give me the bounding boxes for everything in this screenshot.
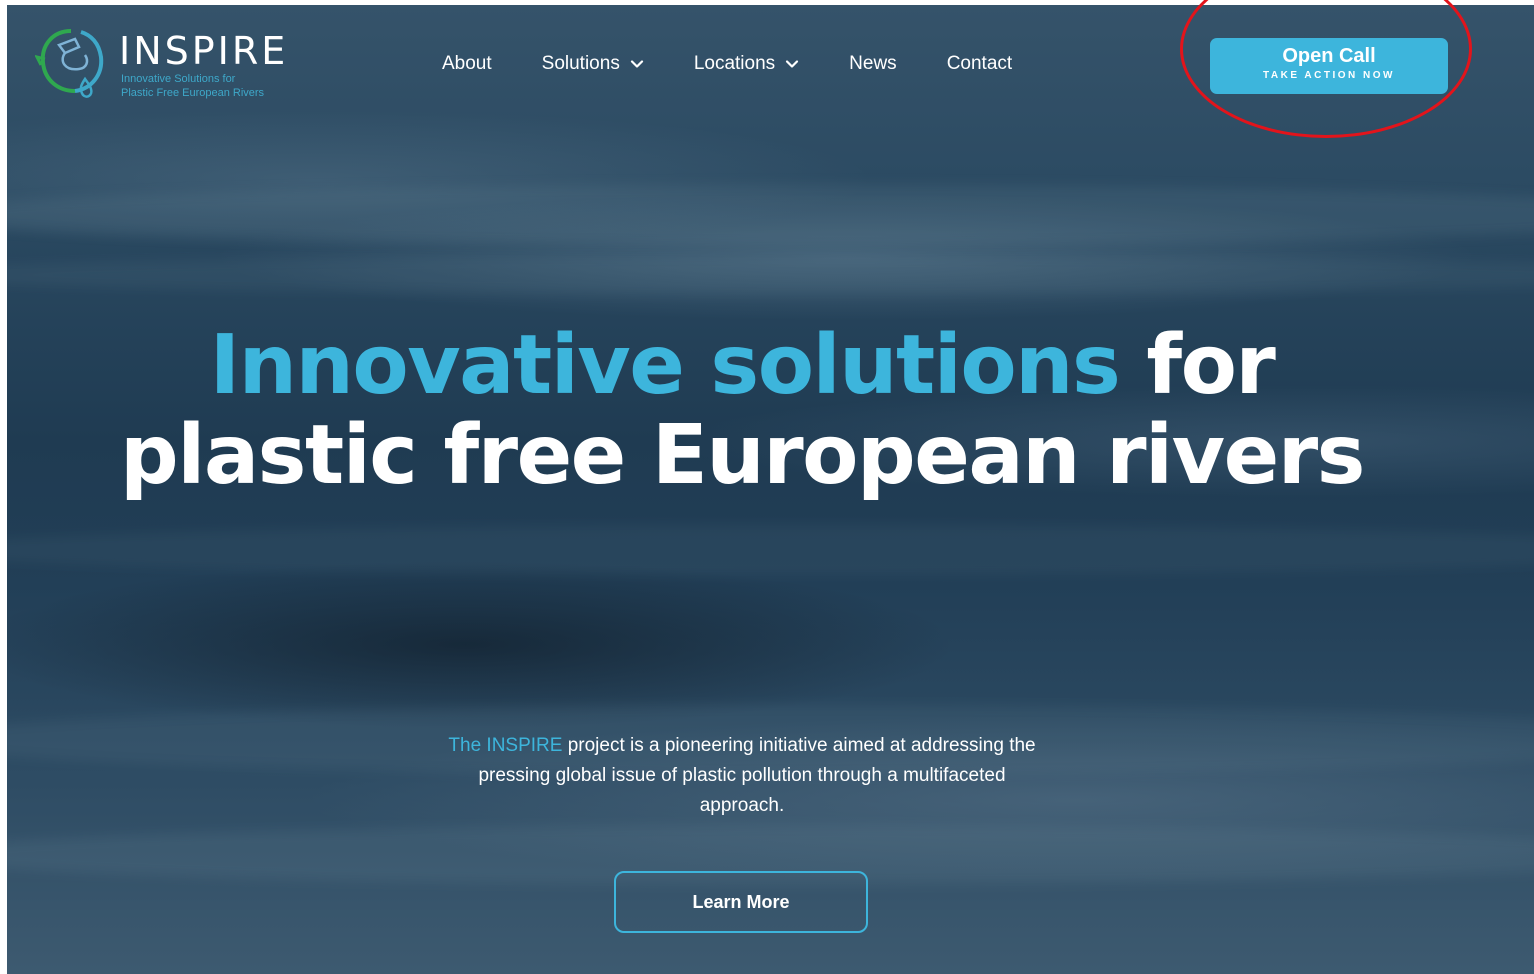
main-nav: About Solutions Locations News Contact xyxy=(442,53,1062,75)
nav-item-label: News xyxy=(849,53,897,74)
learn-more-button[interactable]: Learn More xyxy=(614,871,868,933)
wave-highlight xyxy=(7,255,1534,295)
hero-intro: The INSPIRE project is a pioneering init… xyxy=(447,731,1037,821)
nav-item-label: Solutions xyxy=(541,53,620,74)
intro-accent: The INSPIRE xyxy=(448,735,563,756)
headline-line-1: Innovative solutions for xyxy=(7,321,1477,411)
nav-item-solutions[interactable]: Solutions xyxy=(542,53,644,75)
headline-accent: Innovative solutions xyxy=(209,318,1121,413)
intro-text: project is a pioneering initiative aimed… xyxy=(478,735,1036,816)
nav-item-contact[interactable]: Contact xyxy=(947,53,1012,75)
logo-tagline: Innovative Solutions for xyxy=(121,73,236,85)
nav-item-label: Locations xyxy=(693,53,776,74)
wave-highlight xyxy=(7,525,1534,575)
logo-wordmark: INSPIRE xyxy=(119,29,289,73)
headline-line-2: plastic free European rivers xyxy=(120,408,1365,503)
wave-highlight xyxy=(7,185,1534,245)
chevron-down-icon xyxy=(630,60,643,68)
nav-item-about[interactable]: About xyxy=(442,53,492,75)
hero-headline: Innovative solutions for plastic free Eu… xyxy=(7,321,1477,501)
nav-item-news[interactable]: News xyxy=(849,53,897,75)
nav-item-locations[interactable]: Locations xyxy=(694,53,799,75)
headline-rest: for xyxy=(1119,318,1275,413)
nav-item-label: Contact xyxy=(946,53,1013,74)
nav-item-label: About xyxy=(442,53,492,74)
logo-tagline: Plastic Free European Rivers xyxy=(121,87,265,99)
river-tap-drop-icon xyxy=(35,29,104,98)
site-logo[interactable]: INSPIRE Innovative Solutions for Plastic… xyxy=(35,25,315,107)
chevron-down-icon xyxy=(786,60,799,68)
hero-section: INSPIRE Innovative Solutions for Plastic… xyxy=(7,5,1534,974)
